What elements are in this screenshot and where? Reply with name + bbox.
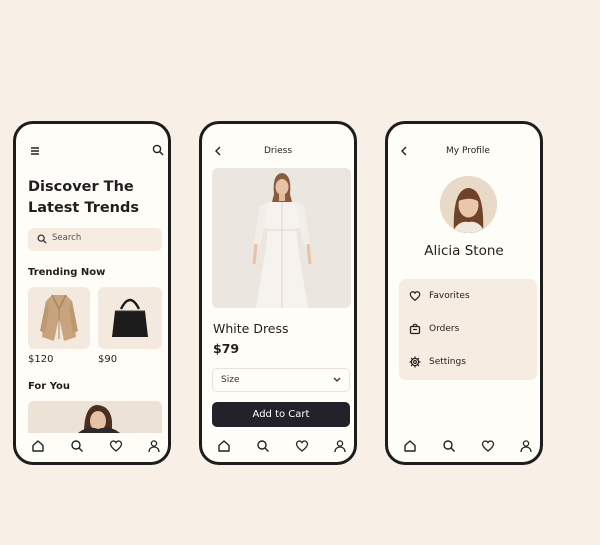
menu-item-label: Settings [429, 357, 466, 367]
title-line-2: Latest Trends [28, 200, 140, 216]
profile-menu: Favorites Orders Settings [399, 279, 537, 380]
avatar [440, 176, 497, 233]
heart-icon[interactable] [109, 439, 123, 453]
add-to-cart-button[interactable]: Add to Cart [212, 402, 350, 427]
home-icon[interactable] [31, 439, 45, 453]
product-price: $120 [28, 354, 54, 365]
page-title: Discover The Latest Trends [28, 177, 163, 219]
size-select[interactable]: Size [212, 368, 350, 392]
product-card-handbag[interactable] [98, 287, 162, 349]
bottom-nav [16, 432, 168, 462]
screen-title: Driess [263, 146, 293, 156]
user-icon[interactable] [519, 439, 533, 453]
bottom-nav [388, 432, 540, 462]
bag-icon [409, 323, 421, 335]
heart-icon[interactable] [295, 439, 309, 453]
menu-item-label: Favorites [429, 291, 470, 301]
product-image [212, 168, 351, 308]
product-name: White Dress [213, 321, 289, 336]
search-icon[interactable] [152, 144, 164, 156]
search-icon[interactable] [70, 439, 84, 453]
handbag-image [112, 298, 148, 337]
user-icon[interactable] [333, 439, 347, 453]
screen-title: My Profile [446, 146, 490, 156]
chevron-down-icon [333, 377, 341, 383]
product-price: $79 [213, 341, 240, 356]
bottom-nav [202, 432, 354, 462]
home-icon[interactable] [403, 439, 417, 453]
avatar-photo [440, 176, 497, 233]
heart-icon [409, 290, 421, 302]
size-select-label: Size [221, 375, 240, 385]
search-input[interactable]: Search [28, 228, 162, 251]
menu-item-label: Orders [429, 324, 460, 334]
coat-image [40, 294, 78, 341]
menu-icon[interactable] [30, 146, 40, 156]
user-name: Alicia Stone [424, 243, 504, 259]
product-card-coat[interactable] [28, 287, 90, 349]
for-you-heading: For You [28, 381, 71, 392]
phone-product-screen: Driess White Dress $79 Size Add to Cart [199, 121, 357, 465]
phone-profile-screen: My Profile Alicia Stone Favorites Orders [385, 121, 543, 465]
product-price: $90 [98, 354, 118, 365]
search-icon [37, 234, 47, 244]
dress-model-photo [212, 168, 351, 308]
for-you-banner[interactable] [28, 401, 162, 433]
heart-icon[interactable] [481, 439, 495, 453]
phone-home-screen: Discover The Latest Trends Search Trendi… [13, 121, 171, 465]
search-icon[interactable] [256, 439, 270, 453]
gear-icon [409, 356, 421, 368]
trending-heading: Trending Now [28, 267, 106, 278]
title-line-1: Discover The [28, 179, 134, 195]
search-placeholder: Search [52, 233, 82, 243]
search-icon[interactable] [442, 439, 456, 453]
user-icon[interactable] [147, 439, 161, 453]
home-icon[interactable] [217, 439, 231, 453]
model-photo [28, 401, 162, 433]
